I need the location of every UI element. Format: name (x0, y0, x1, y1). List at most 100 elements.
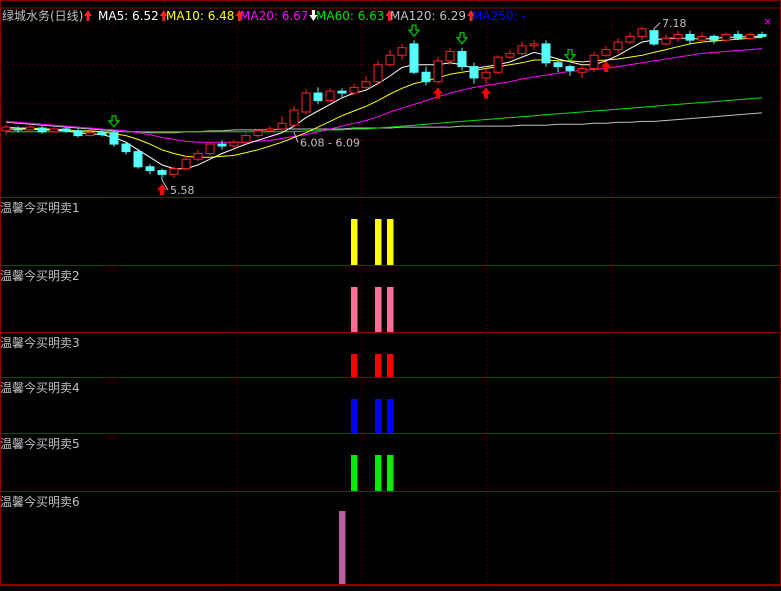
candle-body-up[interactable] (397, 47, 407, 56)
candle-body-up[interactable] (481, 71, 491, 79)
candle-body-up[interactable] (721, 33, 731, 41)
candle-body-up[interactable] (673, 33, 683, 39)
candle-body-up[interactable] (613, 41, 623, 51)
candle-body-down[interactable] (313, 92, 323, 102)
candle-body-up[interactable] (49, 128, 59, 133)
candle-body-down[interactable] (37, 127, 47, 133)
signal-bar (351, 219, 358, 265)
candle-body-down[interactable] (157, 170, 167, 175)
price-annotation: 5.58 (170, 184, 195, 197)
candle-body-up[interactable] (373, 64, 383, 83)
candle-body-up[interactable] (277, 122, 287, 130)
candle-body-up[interactable] (85, 132, 95, 137)
candle-body-up[interactable] (445, 50, 455, 62)
candle-body-up[interactable] (289, 109, 299, 126)
candle-body-up[interactable] (601, 49, 611, 56)
candle-body-up[interactable] (433, 60, 443, 83)
candle-body-down[interactable] (649, 30, 659, 45)
candle-body-down[interactable] (421, 71, 431, 83)
candle-body-down[interactable] (109, 132, 119, 145)
signal-bar (375, 287, 382, 332)
candle-body-up[interactable] (253, 130, 263, 137)
sell-arrow-icon (407, 24, 421, 38)
ma-indicator: MA250: - (472, 9, 526, 23)
candle-body-up[interactable] (517, 45, 527, 54)
candle-body-down[interactable] (469, 66, 479, 79)
candle-body-down[interactable] (217, 143, 227, 147)
candle-body-down[interactable] (337, 90, 347, 94)
panel-label: 温馨今买明卖1 (0, 200, 80, 215)
candle-body-up[interactable] (625, 35, 635, 43)
candle-body-up[interactable] (325, 90, 335, 102)
candle-body-up[interactable] (493, 56, 503, 73)
candle-body-up[interactable] (229, 141, 239, 147)
candle-body-down[interactable] (565, 66, 575, 71)
candle-body-up[interactable] (661, 37, 671, 45)
ma-indicator: MA120: 6.29 (390, 9, 466, 23)
candle-body-up[interactable] (697, 35, 707, 41)
up-arrow-icon (84, 10, 92, 21)
signal-bar (387, 287, 394, 332)
candle-body-down[interactable] (73, 130, 83, 137)
price-annotation: 6.08 - 6.09 (300, 136, 360, 149)
signal-bar (375, 399, 382, 433)
signal-bar (375, 219, 382, 265)
sell-arrow-icon (455, 32, 469, 45)
stock-title: 绿城水务(日线) (2, 8, 83, 23)
candle-body-up[interactable] (181, 158, 191, 170)
candle-body-up[interactable] (349, 86, 359, 94)
candle-body-down[interactable] (409, 43, 419, 73)
sell-arrow-icon (107, 115, 121, 128)
signal-bar (351, 287, 358, 332)
panel-label: 温馨今买明卖4 (0, 380, 80, 395)
candle-body-up[interactable] (193, 153, 203, 160)
candle-body-down[interactable] (733, 33, 743, 39)
candle-body-down[interactable] (457, 50, 467, 68)
candle-body-down[interactable] (61, 128, 71, 132)
panel-label: 温馨今买明卖3 (0, 335, 80, 350)
signal-bar (351, 399, 358, 433)
candle-body-up[interactable] (301, 92, 311, 113)
candle-body-up[interactable] (577, 67, 587, 73)
candle-body-down[interactable] (709, 35, 719, 41)
sell-arrow-icon (563, 49, 577, 62)
candle-body-up[interactable] (169, 168, 179, 175)
signal-bar (351, 455, 358, 491)
candle-body-down[interactable] (757, 33, 767, 37)
candle-body-down[interactable] (133, 151, 143, 168)
candle-body-up[interactable] (241, 135, 251, 143)
signal-bar (387, 219, 394, 265)
candle-body-up[interactable] (265, 128, 275, 132)
candle-body-up[interactable] (589, 54, 599, 69)
candle-body-down[interactable] (541, 43, 551, 64)
candle-body-down[interactable] (97, 132, 107, 136)
candle-body-up[interactable] (25, 126, 35, 131)
price-annotation: 7.18 (662, 17, 687, 30)
signal-bar (351, 354, 358, 377)
mark-icon: × (763, 15, 772, 28)
candle-body-up[interactable] (205, 143, 215, 155)
buy-arrow-icon (601, 61, 611, 73)
ma-indicator: MA20: 6.67 (240, 9, 308, 23)
candle-body-up[interactable] (505, 52, 515, 58)
panel-label: 温馨今买明卖5 (0, 436, 80, 451)
candle-body-up[interactable] (385, 54, 395, 66)
candle-body-down[interactable] (685, 33, 695, 41)
candle-body-down[interactable] (553, 62, 563, 68)
stock-chart[interactable]: 5.58 7.18 6.08 - 6.09 × 绿城水务(日线) MA5: 6.52 MA1… (0, 0, 781, 586)
candle-body-up[interactable] (529, 43, 539, 47)
buy-arrow-icon (481, 87, 491, 99)
candle-body-down[interactable] (145, 166, 155, 172)
candle-body-down[interactable] (13, 128, 23, 131)
annotation-leader (653, 22, 661, 30)
candle-body-up[interactable] (1, 126, 11, 132)
signal-bar (387, 455, 394, 491)
candle-body-down[interactable] (121, 143, 131, 153)
candle-body-up[interactable] (637, 28, 647, 37)
candle-body-up[interactable] (745, 33, 755, 39)
panel-label: 温馨今买明卖2 (0, 268, 80, 283)
signal-bar (339, 511, 346, 584)
candle-body-up[interactable] (361, 81, 371, 88)
ma-indicator: MA5: 6.52 (98, 9, 159, 23)
chart-stage: 5.58 7.18 6.08 - 6.09 × 绿城水务(日线) MA5: 6.52 MA1… (0, 0, 781, 586)
